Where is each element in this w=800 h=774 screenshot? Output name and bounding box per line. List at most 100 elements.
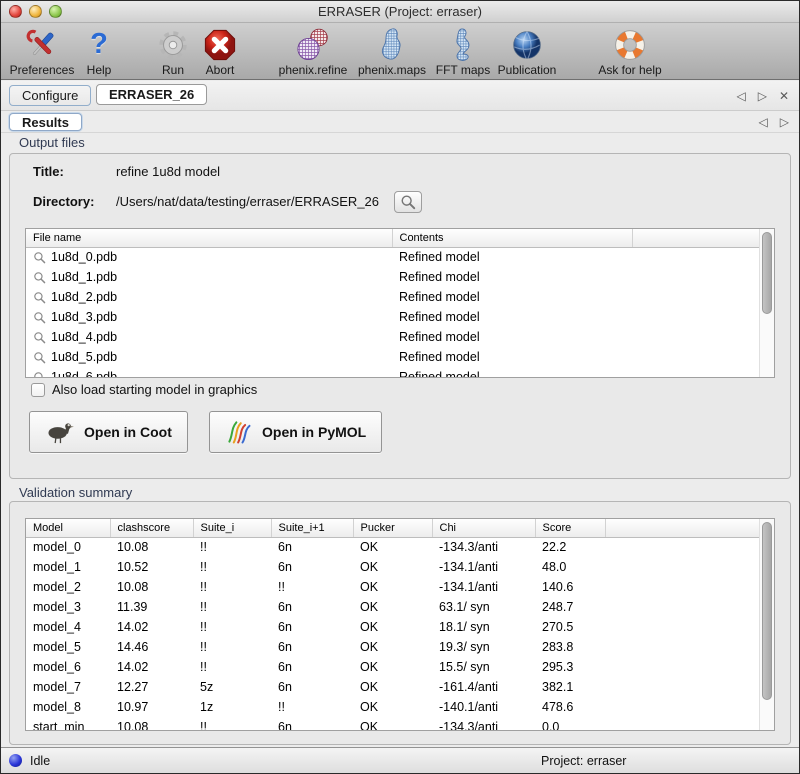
toolbar-label: Run [151,63,195,77]
validation-table-scrollbar-thumb[interactable] [762,522,772,700]
cell: 6n [271,557,353,577]
app-window: ERRASER (Project: erraser) Preferences [0,0,800,774]
validation-table-scrollbar[interactable] [759,519,774,730]
table-row[interactable]: model_514.46!!6nOK19.3/ syn283.8 [26,637,774,657]
cell: !! [193,557,271,577]
cell: OK [353,577,432,597]
cell-empty [605,617,774,637]
load-starting-model-option[interactable]: Also load starting model in graphics [31,382,257,397]
cell: 14.02 [110,657,193,677]
cell: model_1 [26,557,110,577]
table-row[interactable]: model_414.02!!6nOK18.1/ syn270.5 [26,617,774,637]
cell: 10.97 [110,697,193,717]
toolbar-button-help[interactable]: ? Help [79,26,119,77]
tab-erraser-26[interactable]: ERRASER_26 [96,84,207,105]
toolbar-button-phenix-maps[interactable]: phenix.maps [353,26,431,77]
table-row[interactable]: model_614.02!!6nOK15.5/ syn295.3 [26,657,774,677]
file-row[interactable]: 1u8d_6.pdbRefined model [26,367,774,378]
file-row[interactable]: 1u8d_3.pdbRefined model [26,307,774,327]
file-contents: Refined model [392,287,632,307]
column-header-suite-i[interactable]: Suite_i [193,519,271,537]
arrow-right-icon[interactable]: ▷ [758,90,767,102]
file-contents: Refined model [392,347,632,367]
cell: 10.08 [110,537,193,557]
cell: 63.1/ syn [432,597,535,617]
cell: 14.02 [110,617,193,637]
status-text: Idle [30,754,50,768]
table-row[interactable]: model_010.08!!6nOK-134.3/anti22.2 [26,537,774,557]
title-bar: ERRASER (Project: erraser) [1,1,799,23]
checkbox-label: Also load starting model in graphics [52,382,257,397]
column-header-score[interactable]: Score [535,519,605,537]
file-row[interactable]: 1u8d_1.pdbRefined model [26,267,774,287]
table-row[interactable]: model_712.275z6nOK-161.4/anti382.1 [26,677,774,697]
file-table-scrollbar[interactable] [759,229,774,377]
file-name-cell: 1u8d_1.pdb [26,267,392,287]
cell: !! [193,537,271,557]
magnifier-icon [33,291,46,304]
file-name-cell: 1u8d_2.pdb [26,287,392,307]
column-header-pucker[interactable]: Pucker [353,519,432,537]
file-row[interactable]: 1u8d_2.pdbRefined model [26,287,774,307]
cell-empty [605,557,774,577]
file-contents: Refined model [392,247,632,267]
open-in-pymol-button[interactable]: Open in PyMOL [209,411,382,453]
cell: start_min [26,717,110,731]
table-row[interactable]: model_110.52!!6nOK-134.1/anti48.0 [26,557,774,577]
column-header-empty [605,519,774,537]
cell-empty [605,537,774,557]
file-table-scrollbar-thumb[interactable] [762,232,772,314]
directory-value: /Users/nat/data/testing/erraser/ERRASER_… [116,194,379,209]
toolbar-button-fft-maps[interactable]: FFT maps [435,26,491,77]
tab-results[interactable]: Results [9,113,82,131]
cell: 14.46 [110,637,193,657]
toolbar-label: Abort [197,63,243,77]
toolbar-button-phenix-refine[interactable]: phenix.refine [275,26,351,77]
cell: -161.4/anti [432,677,535,697]
open-in-coot-button[interactable]: Open in Coot [29,411,188,453]
open-in-coot-label: Open in Coot [84,424,172,440]
arrow-right-icon[interactable]: ▷ [780,116,789,128]
close-icon[interactable]: ✕ [779,90,789,102]
magnifier-icon [33,311,46,324]
file-row[interactable]: 1u8d_0.pdbRefined model [26,247,774,267]
cell: 6n [271,597,353,617]
cell: 382.1 [535,677,605,697]
cell-empty [632,287,774,307]
column-header-chi[interactable]: Chi [432,519,535,537]
cell: 10.08 [110,717,193,731]
table-row[interactable]: model_311.39!!6nOK63.1/ syn248.7 [26,597,774,617]
column-header-file-name[interactable]: File name [26,229,392,247]
column-header-clashscore[interactable]: clashscore [110,519,193,537]
output-files-table: File name Contents 1u8d_0.pdbRefined mod… [25,228,775,378]
column-header-contents[interactable]: Contents [392,229,632,247]
table-row[interactable]: model_810.971z!!OK-140.1/anti478.6 [26,697,774,717]
cell: OK [353,717,432,731]
file-contents: Refined model [392,367,632,378]
cell: 12.27 [110,677,193,697]
arrow-left-icon[interactable]: ◁ [736,90,745,102]
cell: !! [193,717,271,731]
arrow-left-icon[interactable]: ◁ [759,116,768,128]
column-header-model[interactable]: Model [26,519,110,537]
browse-directory-button[interactable] [394,191,422,213]
toolbar-label: Help [79,63,119,77]
file-row[interactable]: 1u8d_4.pdbRefined model [26,327,774,347]
validation-table: Model clashscore Suite_i Suite_i+1 Pucke… [25,518,775,731]
tab-configure[interactable]: Configure [9,85,91,106]
table-row[interactable]: model_210.08!!!!OK-134.1/anti140.6 [26,577,774,597]
toolbar-button-publication[interactable]: Publication [493,26,561,77]
file-row[interactable]: 1u8d_5.pdbRefined model [26,347,774,367]
toolbar-button-abort[interactable]: Abort [197,26,243,77]
toolbar-button-preferences[interactable]: Preferences [7,26,77,77]
cell: !! [193,617,271,637]
cell-empty [605,697,774,717]
column-header-empty [632,229,774,247]
cell: model_0 [26,537,110,557]
checkbox[interactable] [31,383,45,397]
toolbar-button-ask-for-help[interactable]: Ask for help [597,26,663,77]
column-header-suite-i1[interactable]: Suite_i+1 [271,519,353,537]
cell: 283.8 [535,637,605,657]
toolbar-button-run[interactable]: Run [151,26,195,77]
table-row[interactable]: start_min10.08!!6nOK-134.3/anti0.0 [26,717,774,731]
